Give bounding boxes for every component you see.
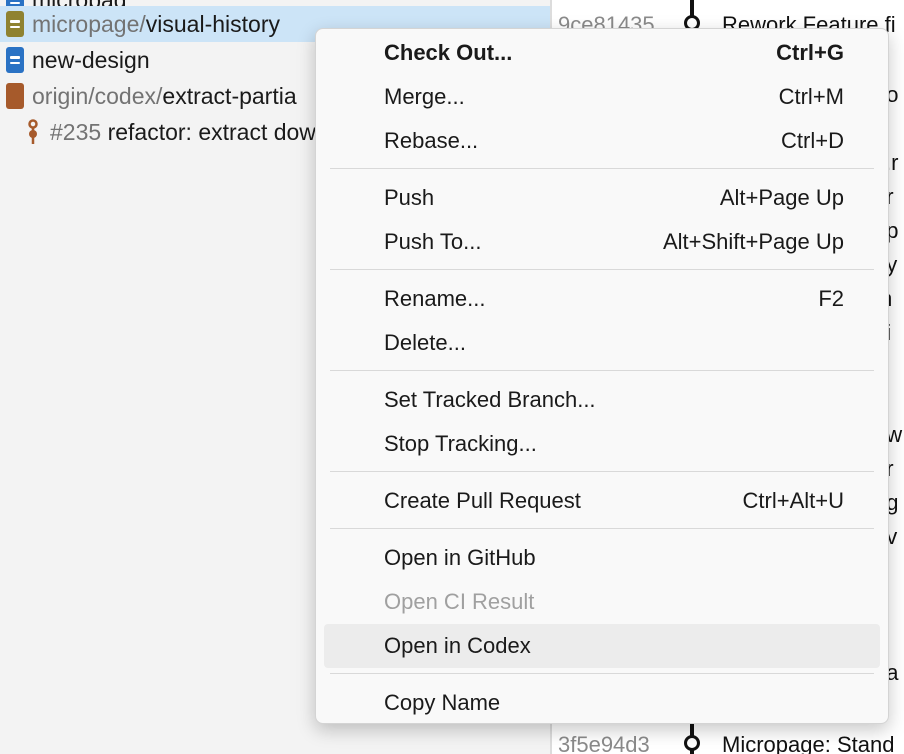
menu-item-shortcut: Alt+Page Up (719, 185, 844, 210)
branch-label: visual-history (145, 10, 280, 37)
branch-icon (6, 47, 24, 73)
menu-item-open-in-github[interactable]: Open in GitHub (324, 536, 880, 580)
menu-item-label: Open in Codex (384, 633, 531, 658)
menu-item-push-to[interactable]: Push To... Alt+Shift+Page Up (324, 220, 880, 264)
menu-item-set-tracked-branch[interactable]: Set Tracked Branch... (324, 378, 880, 422)
menu-item-create-pull-request[interactable]: Create Pull Request Ctrl+Alt+U (324, 479, 880, 523)
menu-item-merge[interactable]: Merge... Ctrl+M (324, 75, 880, 119)
remote-branch-icon (6, 83, 24, 109)
menu-item-open-in-codex[interactable]: Open in Codex (324, 624, 880, 668)
menu-item-rebase[interactable]: Rebase... Ctrl+D (324, 119, 880, 163)
menu-item-rename[interactable]: Rename... F2 (324, 277, 880, 321)
menu-separator (330, 673, 874, 674)
menu-item-label: Rename... (384, 286, 486, 311)
menu-item-label: Delete... (384, 330, 466, 355)
menu-item-label: Stop Tracking... (384, 431, 537, 456)
menu-item-label: Copy Name (384, 690, 501, 715)
menu-item-push[interactable]: Push Alt+Page Up (324, 176, 880, 220)
menu-item-check-out[interactable]: Check Out... Ctrl+G (324, 31, 880, 75)
menu-item-label: Create Pull Request (384, 488, 581, 513)
commit-node (684, 735, 700, 751)
menu-item-label: Set Tracked Branch... (384, 387, 596, 412)
menu-separator (330, 528, 874, 529)
menu-separator (330, 471, 874, 472)
pr-number: #235 (50, 118, 102, 145)
branch-label: extract-partia (162, 82, 297, 109)
menu-item-label: Open in GitHub (384, 545, 536, 570)
branch-label: new-design (32, 46, 150, 73)
branch-prefix: origin/codex/ (32, 82, 163, 109)
menu-item-label: Merge... (384, 84, 465, 109)
branch-prefix: micropage/ (32, 10, 146, 37)
commit-hash: 3f5e94d3 (558, 732, 650, 754)
menu-item-copy-name[interactable]: Copy Name (324, 681, 880, 725)
menu-item-shortcut: F2 (818, 286, 844, 311)
menu-item-label: Check Out... (384, 40, 513, 65)
menu-item-shortcut: Ctrl+D (781, 128, 844, 153)
branch-context-menu: Check Out... Ctrl+G Merge... Ctrl+M Reba… (315, 28, 889, 724)
menu-item-shortcut: Alt+Shift+Page Up (662, 229, 844, 254)
menu-item-shortcut: Ctrl+M (778, 84, 844, 109)
pr-title: refactor: extract dow (107, 118, 316, 145)
menu-item-label: Open CI Result (384, 589, 535, 614)
menu-item-shortcut: Ctrl+Alt+U (742, 488, 844, 513)
menu-item-label: Push (384, 185, 435, 210)
menu-item-label: Rebase... (384, 128, 479, 153)
pull-request-icon (28, 119, 38, 144)
menu-item-open-ci-result: Open CI Result (324, 580, 880, 624)
commit-subject: Micropage: Stand (722, 732, 895, 754)
menu-item-stop-tracking[interactable]: Stop Tracking... (324, 422, 880, 466)
menu-separator (330, 370, 874, 371)
menu-item-delete[interactable]: Delete... (324, 321, 880, 365)
menu-item-shortcut: Ctrl+G (776, 40, 844, 65)
menu-separator (330, 269, 874, 270)
menu-separator (330, 168, 874, 169)
menu-item-label: Push To... (384, 229, 482, 254)
branch-icon (6, 11, 24, 37)
